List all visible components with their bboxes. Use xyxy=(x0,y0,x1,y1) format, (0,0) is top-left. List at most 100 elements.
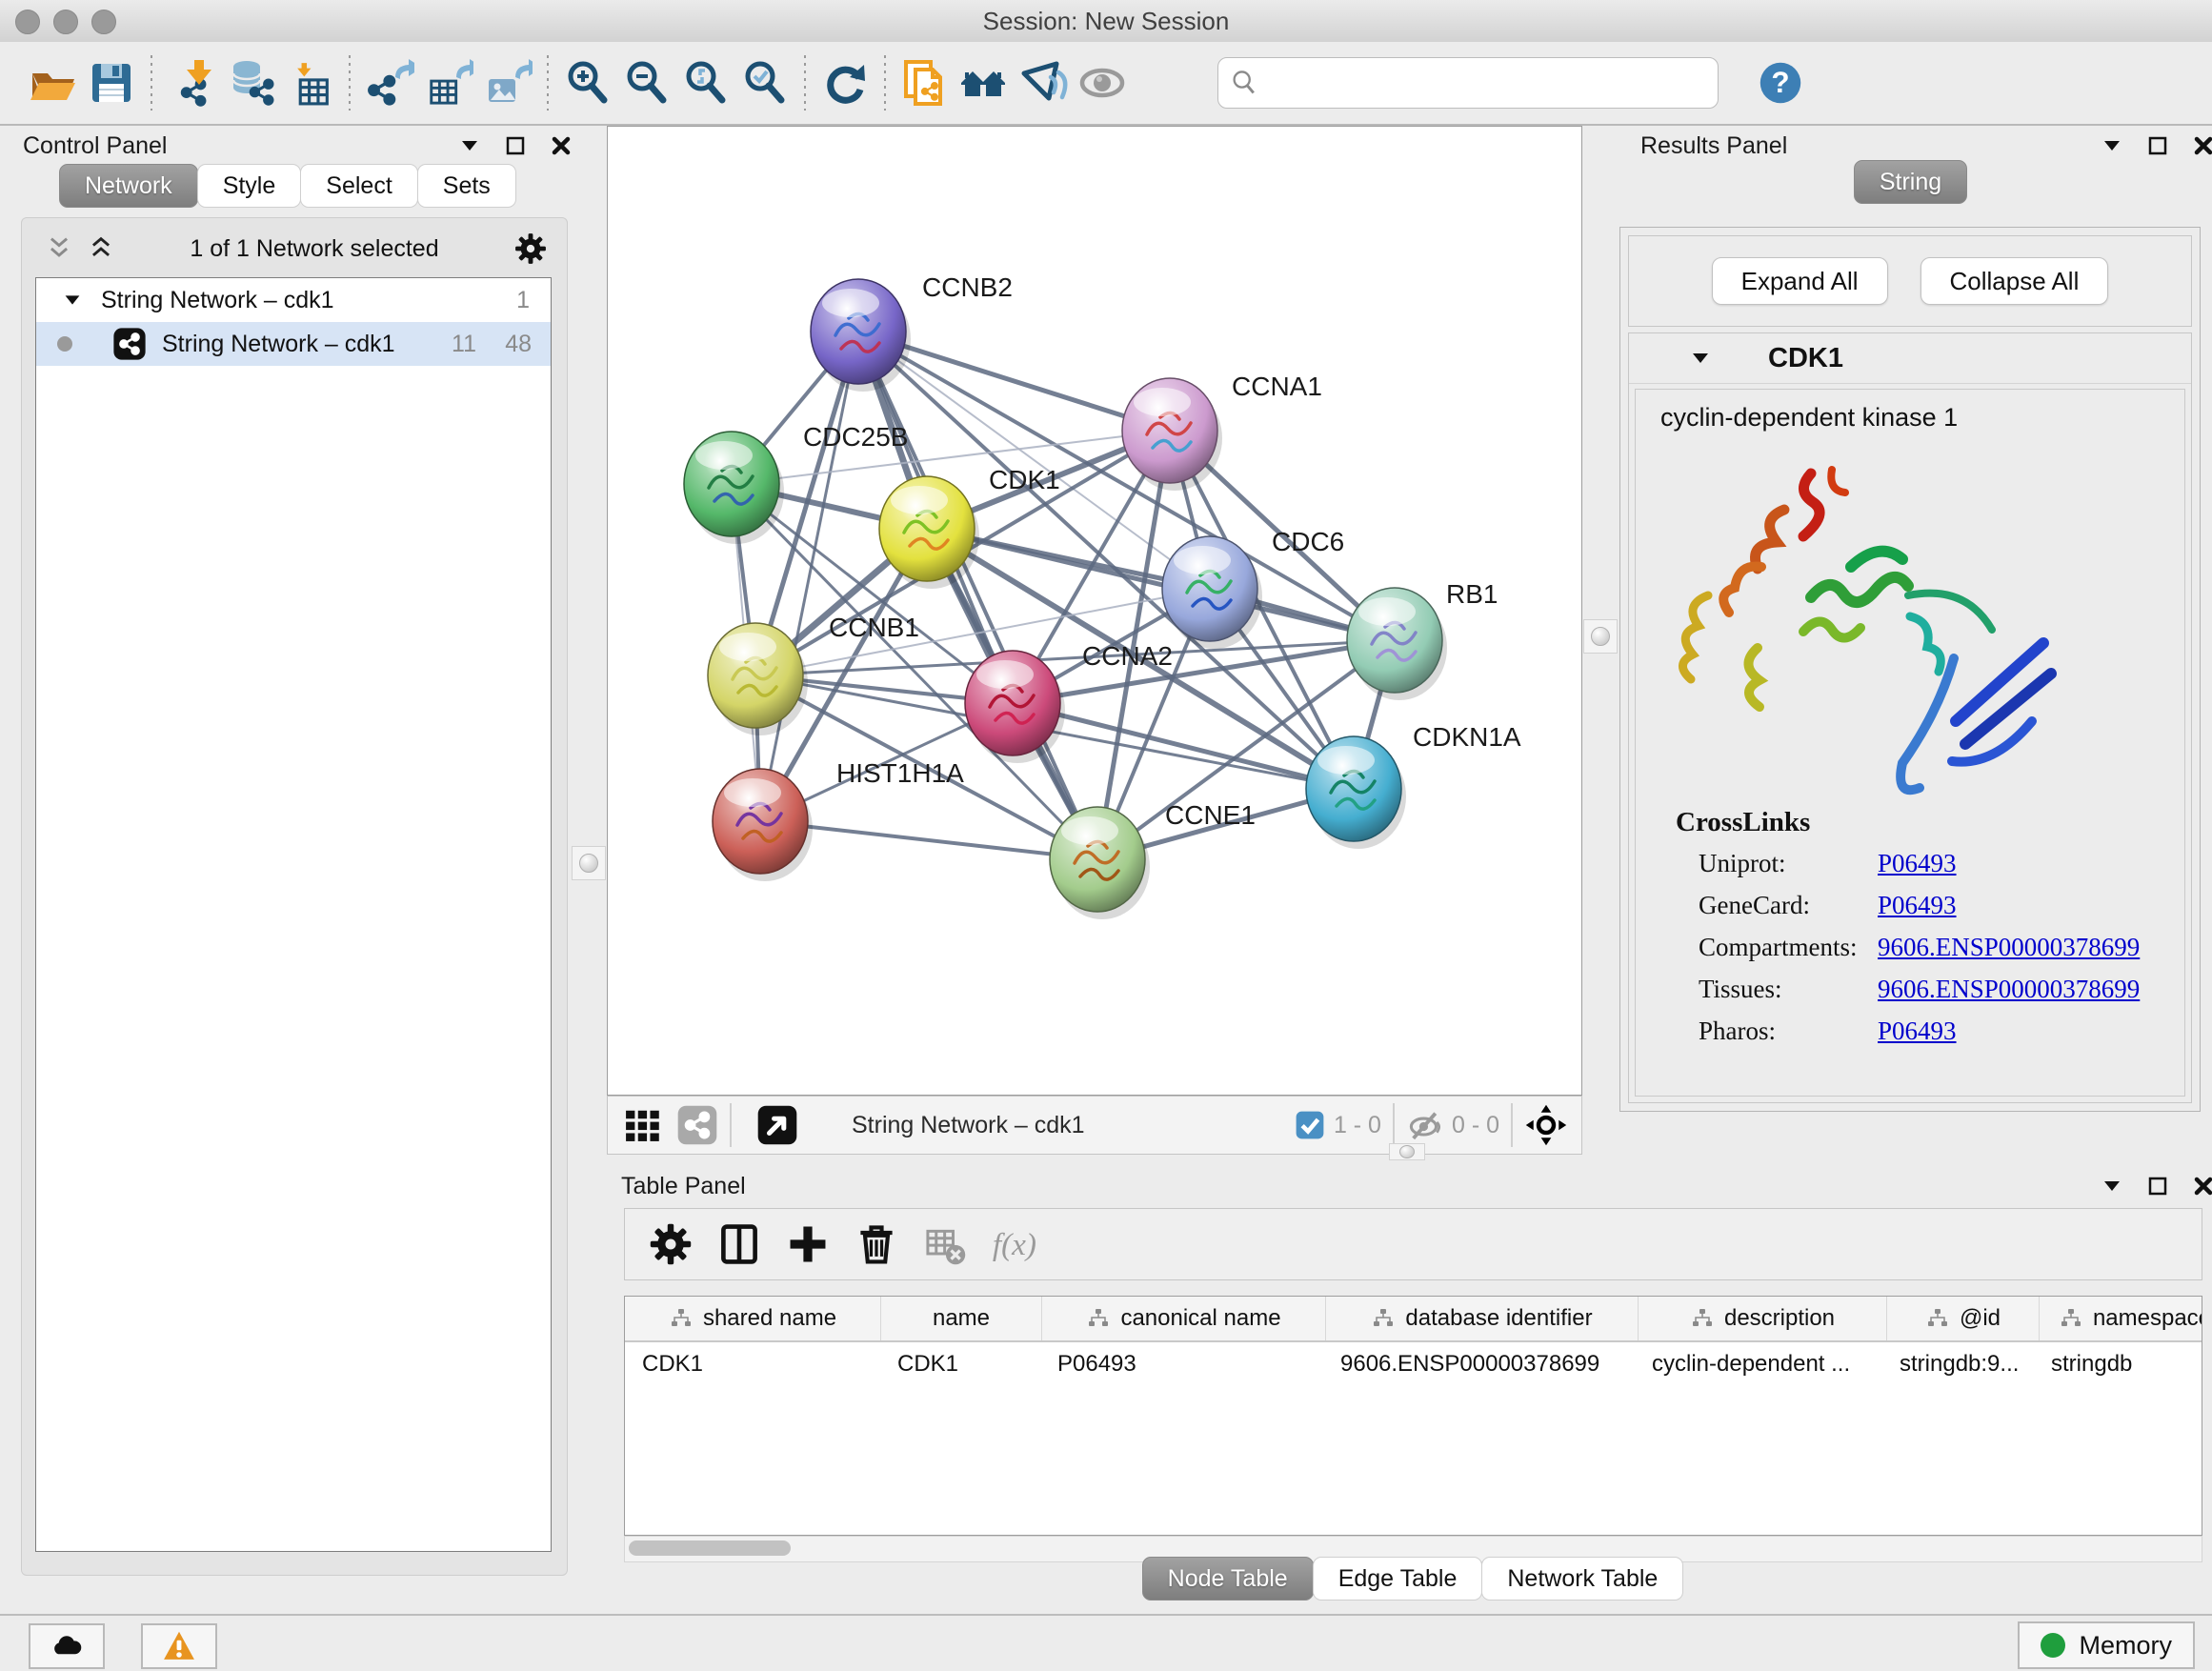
network-canvas[interactable]: CCNB2 CCNA1 CDC25B CDK1 xyxy=(607,126,1582,1096)
tab-sets[interactable]: Sets xyxy=(417,164,516,208)
network-tree-child-row[interactable]: String Network – cdk1 11 48 xyxy=(36,322,551,366)
zoom-out-button[interactable] xyxy=(617,53,676,112)
crosslink-link[interactable]: P06493 xyxy=(1878,891,1957,920)
export-image-button[interactable] xyxy=(478,53,537,112)
protein-detail: cyclin-dependent kinase 1 CrossLinks Uni… xyxy=(1635,389,2185,1097)
tab-node-table[interactable]: Node Table xyxy=(1142,1557,1314,1601)
panel-close-icon[interactable] xyxy=(2191,1174,2212,1198)
column-header-namespace[interactable]: namespace xyxy=(2040,1297,2202,1340)
expand-all-button[interactable]: Expand All xyxy=(1712,257,1888,305)
string-app-button[interactable] xyxy=(895,53,955,112)
collapse-all-button[interactable]: Collapse All xyxy=(1920,257,2109,305)
tab-select[interactable]: Select xyxy=(300,164,417,208)
fx-button[interactable]: f(x) xyxy=(991,1221,1036,1267)
table-delete-button[interactable] xyxy=(922,1221,968,1267)
network-view-icon[interactable] xyxy=(676,1104,718,1146)
column-tree-icon xyxy=(1086,1306,1111,1331)
network-tree-root-row[interactable]: String Network – cdk1 1 xyxy=(36,278,551,322)
tab-style[interactable]: Style xyxy=(197,164,302,208)
svg-text:?: ? xyxy=(1771,66,1789,99)
node-label-CCNB1: CCNB1 xyxy=(829,613,919,642)
table-cell[interactable]: CDK1 xyxy=(625,1351,880,1378)
table-cell[interactable]: cyclin-dependent ... xyxy=(1635,1351,1882,1378)
table-row[interactable]: CDK1CDK1P064939606.ENSP00000378699cyclin… xyxy=(625,1342,2202,1386)
panel-menu-icon[interactable] xyxy=(457,133,482,158)
cloud-button[interactable] xyxy=(29,1623,105,1669)
zoom-selected-button[interactable] xyxy=(735,53,794,112)
plus-button[interactable] xyxy=(785,1221,831,1267)
crosslink-link[interactable]: P06493 xyxy=(1878,849,1957,878)
crosslink-link[interactable]: 9606.ENSP00000378699 xyxy=(1878,975,2140,1004)
panel-close-icon[interactable] xyxy=(2191,133,2212,158)
control-panel-tabs: NetworkStyleSelectSets xyxy=(59,164,515,208)
import-table-button[interactable] xyxy=(280,53,339,112)
tab-network[interactable]: Network xyxy=(59,164,198,208)
panel-menu-icon[interactable] xyxy=(2100,133,2124,158)
column-header-shared-name[interactable]: shared name xyxy=(625,1297,881,1340)
toolbar-separator xyxy=(547,55,549,111)
warnings-button[interactable] xyxy=(141,1623,217,1669)
open-folder-button[interactable] xyxy=(23,53,82,112)
window-title: Session: New Session xyxy=(0,7,2212,36)
import-database-button[interactable] xyxy=(221,53,280,112)
show-grid-icon[interactable] xyxy=(621,1104,663,1146)
panel-float-icon[interactable] xyxy=(2145,133,2170,158)
card-collapse-icon[interactable] xyxy=(1688,346,1713,371)
table-cell[interactable]: P06493 xyxy=(1040,1351,1323,1378)
viz-eye-button[interactable] xyxy=(1014,53,1073,112)
help-button[interactable]: ? xyxy=(1751,53,1810,112)
expand-all-icon[interactable] xyxy=(87,234,115,263)
panel-float-icon[interactable] xyxy=(503,133,528,158)
tab-network-table[interactable]: Network Table xyxy=(1481,1557,1683,1601)
node-label-CDKN1A: CDKN1A xyxy=(1413,722,1521,752)
gear-button[interactable] xyxy=(648,1221,694,1267)
column-header-name[interactable]: name xyxy=(881,1297,1042,1340)
column-header-database-identifier[interactable]: database identifier xyxy=(1326,1297,1639,1340)
crosslink-link[interactable]: P06493 xyxy=(1878,1017,1957,1046)
export-network-button[interactable] xyxy=(360,53,419,112)
table-panel-controls xyxy=(2100,1174,2212,1198)
column-header--id[interactable]: @id xyxy=(1887,1297,2040,1340)
column-header-canonical-name[interactable]: canonical name xyxy=(1042,1297,1326,1340)
trash-button[interactable] xyxy=(854,1221,899,1267)
bottom-splitter-handle[interactable] xyxy=(1389,1143,1425,1160)
tab-edge-table[interactable]: Edge Table xyxy=(1313,1557,1483,1601)
columns-button[interactable] xyxy=(716,1221,762,1267)
table-cell[interactable]: stringdb xyxy=(2034,1351,2202,1378)
table-header-row: shared name name canonical name database… xyxy=(625,1297,2202,1342)
toolbar-separator xyxy=(884,55,886,111)
panel-float-icon[interactable] xyxy=(2145,1174,2170,1198)
left-splitter-handle[interactable] xyxy=(572,846,606,880)
eye-gray-button[interactable] xyxy=(1073,53,1132,112)
home-pair-button[interactable] xyxy=(955,53,1014,112)
tree-expand-icon[interactable] xyxy=(61,289,84,312)
panel-menu-icon[interactable] xyxy=(2100,1174,2124,1198)
birdseye-toggle-icon[interactable] xyxy=(756,1104,798,1146)
table-cell[interactable]: 9606.ENSP00000378699 xyxy=(1323,1351,1635,1378)
zoom-in-button[interactable] xyxy=(558,53,617,112)
network-options-gear-icon[interactable] xyxy=(513,232,548,266)
fit-selected-icon[interactable] xyxy=(1524,1103,1568,1147)
tab-string[interactable]: String xyxy=(1854,160,1967,204)
import-network-button[interactable] xyxy=(162,53,221,112)
panel-close-icon[interactable] xyxy=(549,133,573,158)
table-cell[interactable]: CDK1 xyxy=(880,1351,1040,1378)
collapse-all-icon[interactable] xyxy=(45,234,73,263)
search-box[interactable] xyxy=(1217,57,1719,109)
protein-card-header[interactable]: CDK1 xyxy=(1629,333,2191,384)
network-icon xyxy=(112,327,147,361)
hidden-items-icon[interactable] xyxy=(1406,1106,1444,1144)
network-selection-row: 1 of 1 Network selected xyxy=(31,228,557,270)
export-table-button[interactable] xyxy=(419,53,478,112)
save-button[interactable] xyxy=(82,53,141,112)
refresh-button[interactable] xyxy=(815,53,875,112)
memory-button[interactable]: Memory xyxy=(2018,1621,2195,1669)
search-input[interactable] xyxy=(1266,69,1706,97)
zoom-fit-button[interactable] xyxy=(676,53,735,112)
selected-items-icon[interactable] xyxy=(1294,1109,1326,1141)
control-panel-body: 1 of 1 Network selected String Network –… xyxy=(21,217,568,1576)
table-cell[interactable]: stringdb:9... xyxy=(1882,1351,2034,1378)
column-header-description[interactable]: description xyxy=(1639,1297,1887,1340)
crosslink-link[interactable]: 9606.ENSP00000378699 xyxy=(1878,933,2140,962)
right-splitter-handle[interactable] xyxy=(1583,619,1618,654)
